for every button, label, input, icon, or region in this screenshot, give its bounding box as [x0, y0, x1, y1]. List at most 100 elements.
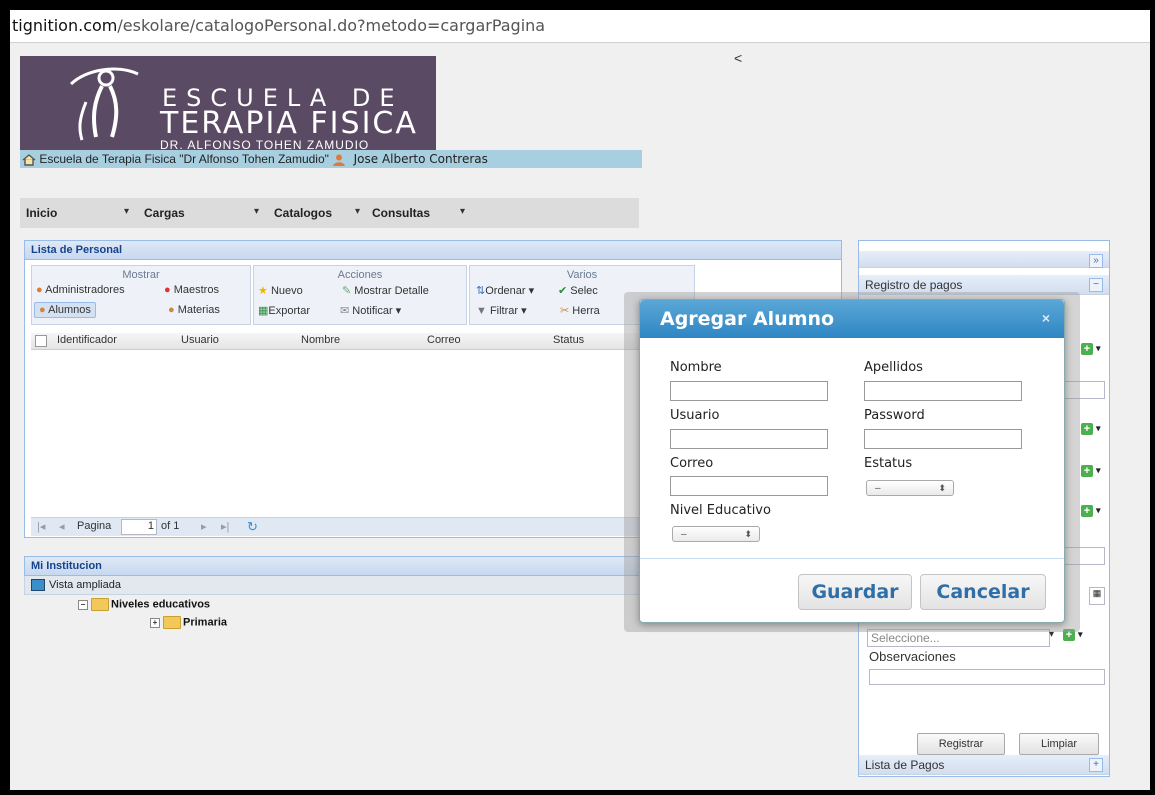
correo-input[interactable] [670, 476, 828, 496]
col-correo[interactable]: Correo [427, 334, 461, 346]
herramientas-button[interactable]: ✂ Herra [560, 304, 600, 317]
apple-icon: ● [164, 284, 171, 296]
collapse-icon[interactable]: − [78, 599, 88, 610]
chevron-down-icon[interactable]: ▾ [460, 206, 465, 217]
agregar-alumno-dialog: Agregar Alumno × Nombre Apellidos Usuari… [639, 299, 1065, 623]
mail-icon: ✉ [340, 305, 350, 317]
menu-inicio[interactable]: Inicio [26, 206, 57, 220]
tree-node-niveles[interactable]: − Niveles educativos [78, 598, 210, 611]
password-input[interactable] [864, 429, 1022, 449]
refresh-icon[interactable]: ↻ [247, 519, 258, 535]
folder-icon [163, 616, 181, 629]
home-icon[interactable] [22, 153, 36, 166]
collapse-panel-button[interactable]: − [1089, 278, 1103, 292]
lista-pagos-header: Lista de Pagos + [859, 755, 1109, 775]
close-icon[interactable]: × [1042, 310, 1050, 326]
administradores-label: Administradores [45, 284, 125, 296]
password-label: Password [864, 408, 925, 423]
apellidos-input[interactable] [864, 381, 1022, 401]
alumnos-button[interactable]: ● Alumnos [34, 302, 96, 318]
usuario-label: Usuario [670, 408, 720, 423]
seleccionar-label: Selec [570, 285, 598, 297]
teacher-icon: ● [168, 304, 175, 316]
observaciones-input[interactable] [869, 669, 1105, 685]
calendar-icon[interactable]: ▦ [1089, 587, 1105, 605]
cancelar-button[interactable]: Cancelar [920, 574, 1046, 610]
next-page-icon[interactable]: ▸ [201, 520, 207, 533]
notificar-button[interactable]: ✉ Notificar ▾ [340, 304, 401, 317]
notificar-label: Notificar ▾ [352, 305, 402, 317]
address-bar[interactable]: tignition.com/eskolare/catalogoPersonal.… [10, 10, 1150, 43]
dialog-divider [640, 558, 1064, 559]
limpiar-button[interactable]: Limpiar [1019, 733, 1099, 755]
ordenar-button[interactable]: ⇅Ordenar ▾ [476, 284, 534, 297]
registro-pagos-title: Registro de pagos [865, 278, 963, 292]
chevron-down-icon[interactable]: ▾ [355, 206, 360, 217]
exportar-button[interactable]: ▦Exportar [258, 304, 310, 317]
check-icon: ✔ [558, 285, 568, 297]
expand-panel-button[interactable]: » [1089, 254, 1103, 268]
nivel-value: – [681, 529, 687, 540]
menu-cargas[interactable]: Cargas [144, 206, 185, 220]
first-page-icon[interactable]: |◂ [37, 520, 45, 533]
mostrar-detalle-button[interactable]: ✎ Mostrar Detalle [342, 284, 429, 297]
exportar-label: Exportar [268, 305, 310, 317]
group-varios-title: Varios [566, 269, 598, 281]
expand-icon[interactable]: + [150, 617, 160, 628]
field-add-button[interactable]: + ▾ [1081, 423, 1109, 439]
filtrar-button[interactable]: ▼ Filtrar ▾ [476, 304, 527, 317]
usuario-input[interactable] [670, 429, 828, 449]
tree-node-primaria[interactable]: + Primaria [150, 616, 227, 629]
estatus-label: Estatus [864, 456, 913, 471]
registrar-button[interactable]: Registrar [917, 733, 1005, 755]
folder-icon [91, 598, 109, 611]
tools-icon: ✂ [560, 305, 570, 317]
col-usuario[interactable]: Usuario [181, 334, 219, 346]
star-icon: ★ [258, 285, 268, 297]
col-identificador[interactable]: Identificador [57, 334, 117, 346]
plus-icon: + [1081, 505, 1093, 517]
col-status[interactable]: Status [553, 334, 584, 346]
window-icon [31, 579, 45, 592]
maestros-label: Maestros [173, 284, 219, 296]
estatus-value: – [875, 483, 881, 494]
tree-label-niveles: Niveles educativos [111, 598, 211, 611]
nuevo-button[interactable]: ★ Nuevo [258, 284, 303, 297]
plus-icon: + [1081, 465, 1093, 477]
guardar-button[interactable]: Guardar [798, 574, 912, 610]
field-add-button[interactable]: + ▾ [1081, 343, 1109, 359]
observaciones-label: Observaciones [869, 649, 956, 664]
chevron-down-icon[interactable]: ▾ [254, 206, 259, 217]
page-number-input[interactable]: 1 [121, 519, 157, 535]
col-nombre[interactable]: Nombre [301, 334, 340, 346]
field-add-button[interactable]: + ▾ [1081, 505, 1109, 521]
prev-page-icon[interactable]: ◂ [59, 520, 65, 533]
menu-consultas[interactable]: Consultas [372, 206, 430, 220]
filtrar-label: Filtrar ▾ [489, 305, 527, 317]
group-mostrar-title: Mostrar [122, 269, 160, 281]
seleccionar-button[interactable]: ✔ Selec [558, 284, 598, 297]
chevron-down-icon[interactable]: ▾ [124, 206, 129, 217]
group-acciones-title: Acciones [337, 269, 383, 281]
expand-lista-pagos-button[interactable]: + [1089, 758, 1103, 772]
header-collapse-button[interactable]: < [734, 50, 742, 66]
student-icon: ● [39, 304, 46, 316]
field-add-button[interactable]: + ▾ [1081, 465, 1109, 481]
nivel-educativo-select[interactable]: – ⬍ [672, 526, 760, 542]
apellidos-label: Apellidos [864, 360, 923, 375]
administradores-button[interactable]: ● Administradores [36, 284, 125, 296]
nuevo-label: Nuevo [270, 285, 303, 297]
maestros-button[interactable]: ● Maestros [164, 284, 219, 296]
menu-catalogos[interactable]: Catalogos [274, 206, 332, 220]
dialog-title: Agregar Alumno [640, 300, 1064, 338]
institution-name: Escuela de Terapia Fisica "Dr Alfonso To… [39, 152, 329, 166]
estatus-select[interactable]: – ⬍ [866, 480, 954, 496]
last-page-icon[interactable]: ▸| [221, 520, 229, 533]
materias-button[interactable]: ● Materias [168, 304, 220, 316]
select-all-checkbox[interactable] [35, 335, 47, 347]
select-arrow-icon: ⬍ [938, 483, 946, 493]
nombre-input[interactable] [670, 381, 828, 401]
group-mostrar: Mostrar ● Administradores ● Maestros ● A… [31, 265, 251, 325]
materias-label: Materias [177, 304, 220, 316]
nombre-label: Nombre [670, 360, 722, 375]
